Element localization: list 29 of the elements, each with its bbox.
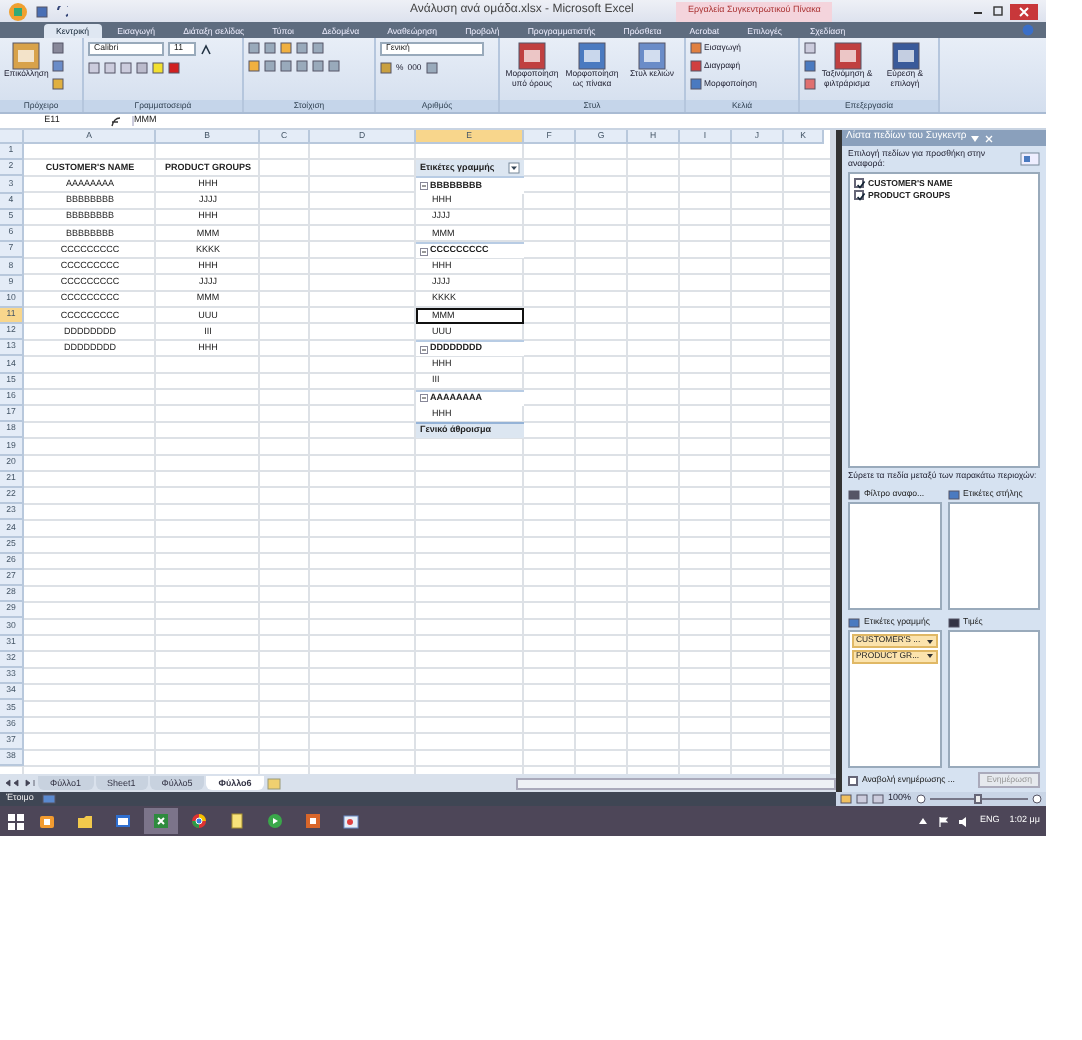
collapse-icon[interactable] [420, 181, 428, 190]
horizontal-scrollbar[interactable] [516, 777, 836, 789]
checkbox[interactable] [848, 775, 858, 785]
browser-icon [190, 812, 208, 830]
folder-icon [76, 812, 94, 830]
collapse-icon[interactable] [420, 394, 428, 403]
zoom-in-icon[interactable] [1032, 794, 1042, 804]
taskbar-button[interactable] [144, 808, 178, 834]
speaker-icon[interactable] [958, 815, 971, 827]
drop-area[interactable] [947, 502, 1040, 611]
close-icon[interactable] [1010, 3, 1038, 19]
checkbox[interactable] [854, 190, 864, 201]
drop-area[interactable] [947, 630, 1040, 768]
maximize-icon[interactable] [990, 4, 1006, 18]
collapse-icon[interactable] [420, 345, 428, 354]
zoom-out-icon[interactable] [915, 794, 926, 804]
sheet-nav-icon[interactable] [4, 778, 36, 788]
media-player-icon [266, 812, 284, 830]
slider-thumb[interactable] [974, 794, 983, 804]
checkbox[interactable] [854, 178, 864, 189]
office-logo-icon[interactable] [8, 1, 28, 21]
start-icon[interactable] [6, 811, 26, 831]
close-icon[interactable] [984, 133, 995, 143]
up-arrow-icon[interactable] [918, 816, 929, 826]
flag-icon[interactable] [938, 815, 949, 827]
drop-area[interactable] [848, 502, 941, 611]
spreadsheet-icon [152, 812, 170, 830]
dropdown-icon[interactable] [508, 162, 520, 175]
collapse-icon[interactable] [420, 247, 428, 256]
